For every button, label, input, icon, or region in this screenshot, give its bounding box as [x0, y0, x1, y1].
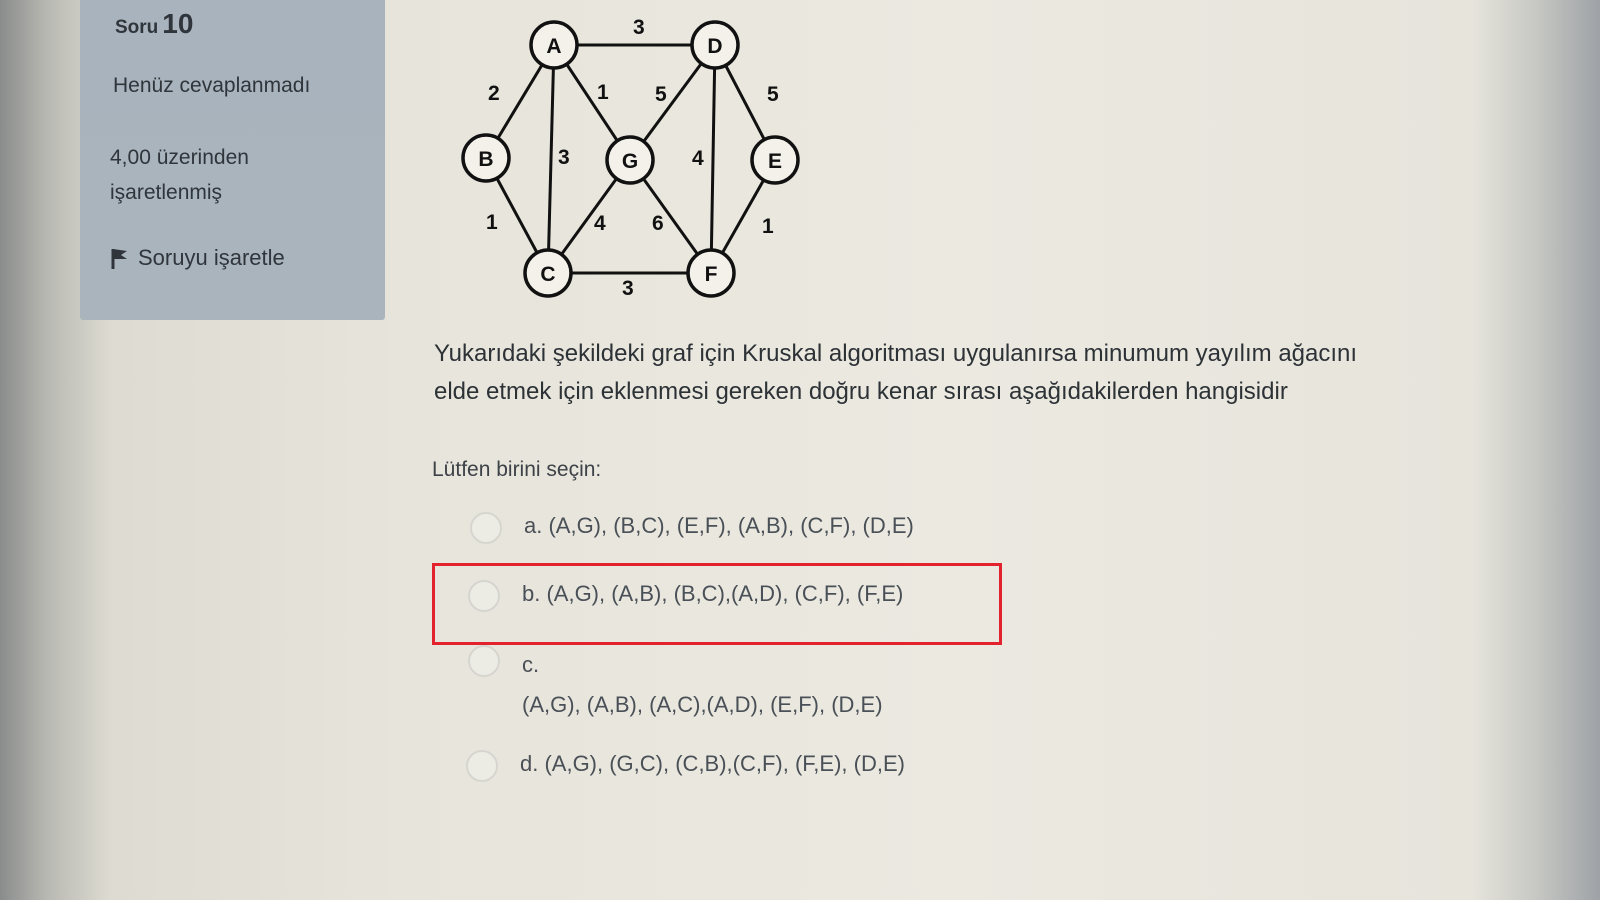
weight-D-F: 4 [692, 147, 704, 170]
node-label-D: D [707, 35, 722, 58]
node-label-A: A [546, 35, 561, 58]
flag-question-button[interactable]: Soruyu işaretle [110, 245, 285, 271]
weight-B-C: 1 [486, 211, 498, 234]
choose-one-prompt: Lütfen birini seçin: [432, 458, 602, 481]
radio-option-a[interactable] [470, 512, 502, 544]
node-label-E: E [768, 150, 782, 173]
node-label-F: F [705, 263, 718, 286]
option-a[interactable]: a. (A,G), (B,C), (E,F), (A,B), (C,F), (D… [470, 512, 914, 544]
option-d[interactable]: d. (A,G), (G,C), (C,B),(C,F), (F,E), (D,… [466, 750, 905, 782]
grade-line-2: işaretlenmiş [110, 181, 223, 204]
weight-A-B: 2 [488, 82, 500, 105]
option-c-text: (A,G), (A,B), (A,C),(A,D), (E,F), (D,E) [522, 692, 883, 717]
question-label-text: Soru [115, 17, 159, 38]
option-d-label: d. (A,G), (G,C), (C,B),(C,F), (F,E), (D,… [520, 751, 905, 776]
weight-E-F: 1 [762, 215, 774, 238]
question-text-line-2: elde etmek için eklenmesi gereken doğru … [434, 378, 1288, 405]
weight-D-E: 5 [767, 83, 779, 106]
question-text-line-1: Yukarıdaki şekildeki graf için Kruskal a… [434, 340, 1358, 367]
edge-D-F [709, 44, 717, 274]
option-c[interactable]: c. (A,G), (A,B), (A,C),(A,D), (E,F), (D,… [468, 645, 883, 725]
option-c-label: c. (A,G), (A,B), (A,C),(A,D), (E,F), (D,… [522, 645, 883, 725]
weight-C-F: 3 [622, 277, 634, 300]
weight-G-C: 4 [594, 212, 606, 235]
option-a-label: a. (A,G), (B,C), (E,F), (A,B), (C,F), (D… [524, 513, 914, 538]
question-number: 10 [162, 8, 194, 39]
weight-A-G: 1 [597, 81, 609, 104]
question-label: Soru 10 [115, 8, 193, 40]
answer-status: Henüz cevaplanmadı [113, 74, 311, 97]
highlight-box [432, 563, 1002, 645]
radio-option-d[interactable] [466, 750, 498, 782]
question-text: Yukarıdaki şekildeki graf için Kruskal a… [434, 335, 1534, 411]
flag-icon [111, 249, 127, 269]
weight-G-F: 6 [652, 212, 664, 235]
flag-question-label: Soruyu işaretle [138, 245, 285, 270]
weight-A-D: 3 [633, 16, 645, 39]
edge-A-C [546, 44, 556, 274]
node-label-B: B [478, 148, 493, 171]
grade-line-1: 4,00 üzerinden [110, 146, 249, 169]
graph-diagram: 3 2 1 3 5 5 4 1 4 6 1 3 A B C D E F G [461, 16, 800, 300]
radio-option-c[interactable] [468, 645, 500, 677]
option-c-letter: c. [522, 652, 540, 677]
node-label-C: C [540, 263, 555, 286]
grade-info: 4,00 üzerinden işaretlenmiş [110, 140, 350, 210]
question-info-panel: Soru 10 Henüz cevaplanmadı 4,00 üzerinden… [80, 0, 385, 320]
node-label-G: G [622, 150, 638, 173]
weight-A-C: 3 [558, 146, 570, 169]
weight-D-G: 5 [655, 83, 667, 106]
